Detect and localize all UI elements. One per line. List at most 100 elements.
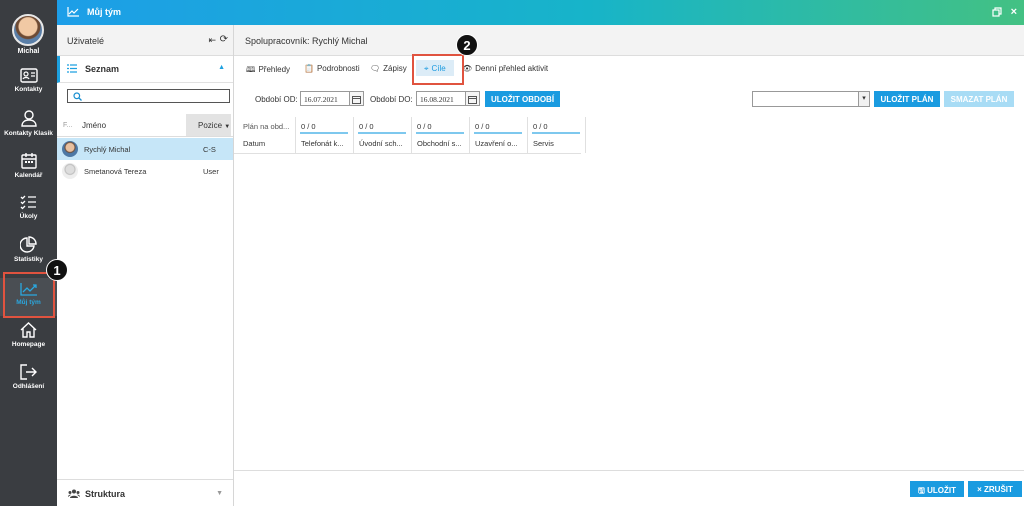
grid-column[interactable]: 0 / 0 Servis [528, 117, 586, 153]
tab-denni-prehled-aktivit[interactable]: 👁 Denní přehled aktivit [462, 64, 548, 73]
chevron-down-icon: ▾ [858, 92, 869, 106]
grid-header: Uzavření o... [475, 139, 518, 148]
save-icon: 🖫 [918, 486, 928, 495]
search-icon [73, 92, 82, 101]
logout-icon [20, 364, 37, 380]
column-f[interactable]: F... [63, 122, 72, 129]
table-row[interactable]: Smetanová Tereza User [57, 160, 233, 182]
nav-item-odhlaseni[interactable]: Odhlášení [0, 364, 57, 406]
tab-bar: 🕮 Přehledy 📋 Podrobnosti 🗨 Zápisy ⌖ Cíle 👁 De… [234, 56, 1024, 80]
tab-label: Denní přehled aktivit [475, 64, 549, 73]
save-period-button[interactable]: ULOŽIT OBDOBÍ [485, 91, 560, 107]
main-panel-header: Spolupracovník: Rychlý Michal [234, 25, 1024, 56]
tab-prehledy[interactable]: 🕮 Přehledy [246, 64, 290, 78]
column-position[interactable]: Pozice ▼ [186, 114, 231, 136]
section-struktura-label: Struktura [85, 489, 126, 499]
grid-header: Servis [533, 139, 554, 148]
grid-column[interactable]: 0 / 0 Úvodní sch... [354, 117, 412, 153]
users-panel-title: Uživatelé [67, 36, 105, 46]
user-role-cell: C-S [203, 145, 216, 154]
nav-label-odhlaseni: Odhlášení [12, 383, 45, 390]
app-header: Můj tým × [57, 0, 1024, 25]
users-panel: Uživatelé ⇤ ⟳ Seznam ▲ F... Jméno Pozice… [57, 25, 234, 506]
period-from-input[interactable]: 16.07.2021 [300, 91, 350, 106]
plan-select[interactable]: ▾ [752, 91, 870, 107]
table-row[interactable]: Rychlý Michal C-S [57, 138, 233, 160]
calendar-button[interactable] [466, 91, 480, 106]
collapse-panel-icon[interactable]: ⇤ [208, 35, 216, 46]
column-name[interactable]: Jméno [82, 121, 106, 130]
step-marker-2: 2 [456, 34, 478, 56]
footer-bar: 🖫 ULOŽIT × ZRUŠIT [234, 470, 1024, 506]
grid-column[interactable]: Plán na obd... Datum [238, 117, 296, 153]
restore-window-icon[interactable] [992, 7, 1002, 17]
checklist-icon [20, 195, 36, 210]
grid-column[interactable]: 0 / 0 Obchodní s... [412, 117, 470, 153]
filter-bar: Období OD: 16.07.2021 Období DO: 16.08.2… [234, 88, 1024, 110]
user-name-cell: Rychlý Michal [84, 145, 131, 154]
nav-label-kontakty-klasik: Kontakty Klasik [4, 130, 53, 137]
avatar [62, 163, 78, 179]
avatar [62, 141, 78, 157]
grid-column[interactable]: 0 / 0 Uzavření o... [470, 117, 528, 153]
home-icon [20, 322, 37, 338]
goals-grid: Plán na obd... Datum 0 / 0 Telefonát k..… [234, 117, 1024, 155]
main-panel: Spolupracovník: Rychlý Michal 🕮 Přehledy … [234, 25, 1024, 506]
nav-label-kalendar: Kalendář [14, 172, 43, 179]
tab-podrobnosti[interactable]: 📋 Podrobnosti [304, 64, 360, 73]
nav-item-ukoly[interactable]: Úkoly [0, 194, 57, 236]
caret-down-icon: ▼ [216, 490, 223, 497]
grid-header: Datum [243, 139, 266, 148]
delete-plan-button[interactable]: SMAZAT PLÁN [944, 91, 1014, 107]
save-button[interactable]: 🖫 ULOŽIT [910, 481, 964, 497]
highlight-box-tab [412, 54, 464, 85]
step-marker-1: 1 [46, 259, 68, 281]
nav-item-kalendar[interactable]: Kalendář [0, 152, 57, 194]
progress-bar [358, 132, 406, 134]
period-to-input[interactable]: 16.08.2021 [416, 91, 466, 106]
refresh-icon[interactable]: ⟳ [220, 34, 228, 45]
progress-bar [300, 132, 348, 134]
grid-header: Úvodní sch... [359, 139, 403, 148]
pie-chart-icon [20, 236, 37, 253]
grid-value: 0 / 0 [533, 122, 548, 131]
nav-item-kontakty-klasik[interactable]: Kontakty Klasik [0, 110, 57, 152]
progress-bar [416, 132, 464, 134]
clipboard-icon: 📋 [304, 64, 314, 73]
person-icon [20, 110, 37, 127]
grid-value: 0 / 0 [475, 122, 490, 131]
chevron-down-icon: ▼ [224, 124, 231, 130]
section-seznam[interactable]: Seznam ▲ [57, 56, 233, 83]
grid-divider [234, 153, 581, 154]
save-plan-button[interactable]: ULOŽIT PLÁN [874, 91, 940, 107]
save-button-label: ULOŽIT [927, 486, 956, 495]
calendar-icon [468, 96, 477, 104]
column-position-label: Pozice [198, 121, 223, 130]
highlight-box-nav [3, 272, 55, 318]
book-icon: 🕮 [246, 65, 256, 74]
close-icon[interactable]: × [1011, 6, 1017, 18]
calendar-button[interactable] [350, 91, 364, 106]
period-from-label: Období OD: [255, 95, 298, 104]
users-icon [68, 489, 80, 498]
app-title: Můj tým [87, 7, 122, 17]
section-struktura[interactable]: Struktura ▼ [57, 479, 233, 506]
tab-zapisy[interactable]: 🗨 Zápisy [370, 64, 407, 73]
grid-value: 0 / 0 [417, 122, 432, 131]
nav-label-ukoly: Úkoly [19, 213, 38, 220]
period-to-label: Období DO: [370, 95, 413, 104]
grid-value: 0 / 0 [359, 122, 374, 131]
user-avatar[interactable] [12, 14, 44, 46]
chat-icon: 🗨 [370, 64, 381, 73]
calendar-icon [352, 96, 361, 104]
users-table-header: F... Jméno Pozice ▼ [57, 114, 233, 137]
contact-card-icon [19, 68, 38, 83]
tab-label: Zápisy [383, 64, 407, 73]
nav-item-homepage[interactable]: Homepage [0, 322, 57, 364]
cancel-button[interactable]: × ZRUŠIT [968, 481, 1022, 497]
nav-item-kontakty[interactable]: Kontakty [0, 68, 57, 110]
users-panel-header: Uživatelé ⇤ ⟳ [57, 25, 233, 56]
close-icon: × [977, 485, 984, 494]
grid-column[interactable]: 0 / 0 Telefonát k... [296, 117, 354, 153]
search-input[interactable] [67, 89, 230, 103]
